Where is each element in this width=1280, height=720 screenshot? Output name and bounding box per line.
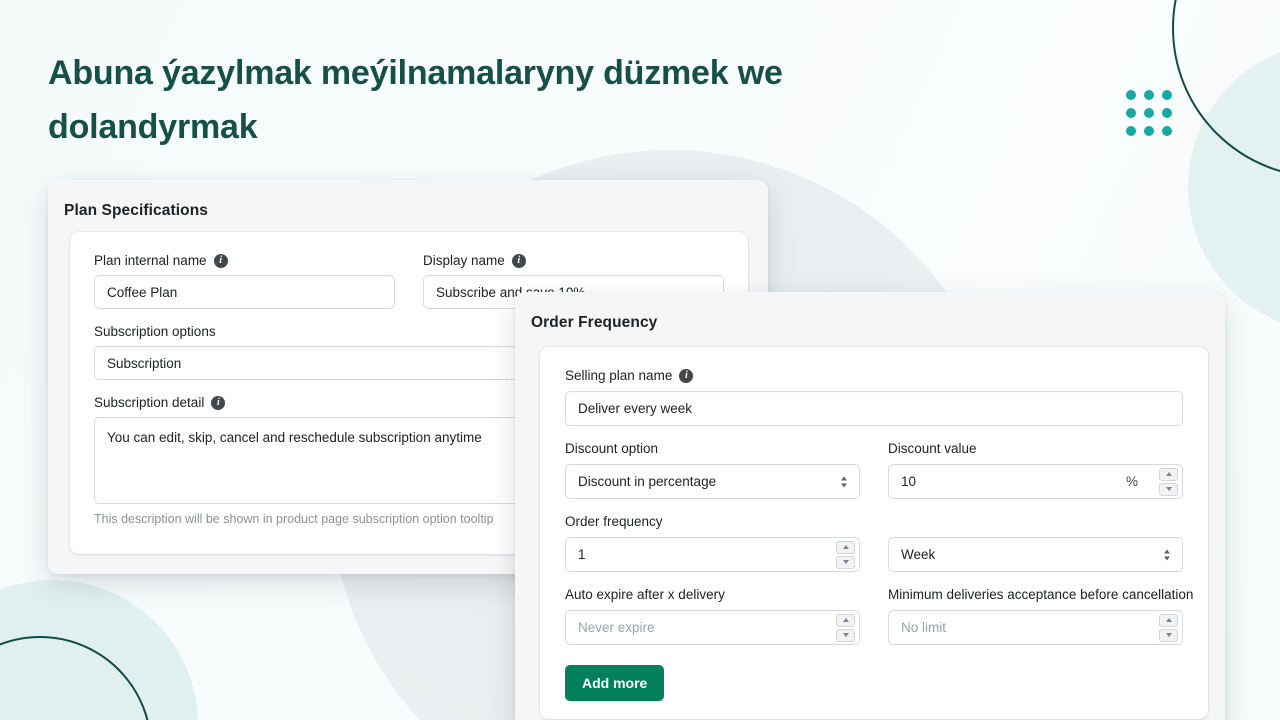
discount-value-stepper[interactable] <box>1159 467 1178 496</box>
subscription-options-label-text: Subscription options <box>94 324 216 339</box>
plan-internal-name-value: Coffee Plan <box>107 284 178 300</box>
info-icon[interactable]: i <box>211 396 226 410</box>
discount-option-group: Discount option Discount in percentage <box>565 440 860 499</box>
order-frequency-row: Order frequency 1 Week <box>565 513 1183 572</box>
chevron-updown-icon <box>1164 549 1170 560</box>
auto-expire-label-text: Auto expire after x delivery <box>565 587 725 602</box>
discount-option-label: Discount option <box>565 440 860 458</box>
auto-expire-group: Auto expire after x delivery Never expir… <box>565 586 860 645</box>
minimum-deliveries-label: Minimum deliveries acceptance before can… <box>888 586 1193 604</box>
discount-value-input[interactable]: 10 % <box>888 464 1183 499</box>
order-frequency-label: Order frequency <box>565 513 860 531</box>
order-frequency-value: 1 <box>578 547 586 562</box>
subscription-detail-label-text: Subscription detail <box>94 395 205 410</box>
stepper-decrement-button[interactable] <box>836 628 855 642</box>
order-frequency-label-text: Order frequency <box>565 514 663 529</box>
selling-plan-name-input[interactable]: Deliver every week <box>565 391 1183 426</box>
stepper-increment-button[interactable] <box>1159 613 1178 627</box>
plan-specifications-title: Plan Specifications <box>64 202 209 219</box>
chevron-updown-icon <box>841 476 847 487</box>
discount-option-select[interactable]: Discount in percentage <box>565 464 860 499</box>
order-frequency-group: Order frequency 1 <box>565 513 860 572</box>
selling-plan-name-label: Selling plan name i <box>565 367 1183 385</box>
minimum-deliveries-stepper[interactable] <box>1159 613 1178 642</box>
add-more-button[interactable]: Add more <box>565 665 665 701</box>
stepper-decrement-button[interactable] <box>1159 628 1178 642</box>
order-frequency-input[interactable]: 1 <box>565 537 860 572</box>
minimum-deliveries-input[interactable]: No limit <box>888 610 1183 645</box>
subscription-detail-value: You can edit, skip, cancel and reschedul… <box>107 430 482 445</box>
order-frequency-unit-group: Week <box>888 513 1183 572</box>
plan-internal-name-input[interactable]: Coffee Plan <box>94 275 395 309</box>
expiry-row: Auto expire after x delivery Never expir… <box>565 586 1193 645</box>
order-frequency-body: Selling plan name i Deliver every week D… <box>540 347 1208 719</box>
discount-option-label-text: Discount option <box>565 441 659 456</box>
selling-plan-name-value: Deliver every week <box>578 401 693 416</box>
discount-option-value: Discount in percentage <box>578 474 717 489</box>
order-frequency-title: Order Frequency <box>531 314 658 331</box>
dot-grid-icon <box>1126 90 1172 136</box>
discount-value-suffix: % <box>1125 474 1138 489</box>
discount-value-group: Discount value 10 % <box>888 440 1183 499</box>
info-icon[interactable]: i <box>213 254 228 268</box>
order-frequency-unit-select[interactable]: Week <box>888 537 1183 572</box>
order-frequency-unit-value: Week <box>901 547 936 562</box>
stepper-decrement-button[interactable] <box>1159 482 1178 496</box>
auto-expire-label: Auto expire after x delivery <box>565 586 860 604</box>
stepper-decrement-button[interactable] <box>836 555 855 569</box>
minimum-deliveries-label-text: Minimum deliveries acceptance before can… <box>888 587 1194 602</box>
stepper-increment-button[interactable] <box>836 613 855 627</box>
auto-expire-stepper[interactable] <box>836 613 855 642</box>
info-icon[interactable]: i <box>511 254 526 268</box>
discount-value-label: Discount value <box>888 440 1183 458</box>
plan-internal-name-label: Plan internal name i <box>94 252 395 270</box>
stepper-increment-button[interactable] <box>1159 467 1178 481</box>
plan-internal-name-label-text: Plan internal name <box>94 253 207 268</box>
discount-row: Discount option Discount in percentage D… <box>565 440 1183 499</box>
selling-plan-name-group: Selling plan name i Deliver every week <box>565 367 1183 426</box>
plan-internal-name-group: Plan internal name i Coffee Plan <box>94 252 395 309</box>
minimum-deliveries-placeholder: No limit <box>901 620 947 635</box>
auto-expire-input[interactable]: Never expire <box>565 610 860 645</box>
discount-value-label-text: Discount value <box>888 441 977 456</box>
discount-value-number: 10 <box>901 474 917 489</box>
display-name-label-text: Display name <box>423 253 505 268</box>
info-icon[interactable]: i <box>679 369 694 383</box>
display-name-label: Display name i <box>423 252 724 270</box>
order-frequency-card: Order Frequency Selling plan name i Deli… <box>515 292 1225 720</box>
auto-expire-placeholder: Never expire <box>578 620 655 635</box>
subscription-options-value: Subscription <box>107 355 182 371</box>
selling-plan-name-label-text: Selling plan name <box>565 368 673 383</box>
minimum-deliveries-group: Minimum deliveries acceptance before can… <box>888 586 1193 645</box>
order-frequency-stepper[interactable] <box>836 540 855 569</box>
stepper-increment-button[interactable] <box>836 540 855 554</box>
page-title: Abuna ýazylmak meýilnamalaryny düzmek we… <box>48 54 783 146</box>
